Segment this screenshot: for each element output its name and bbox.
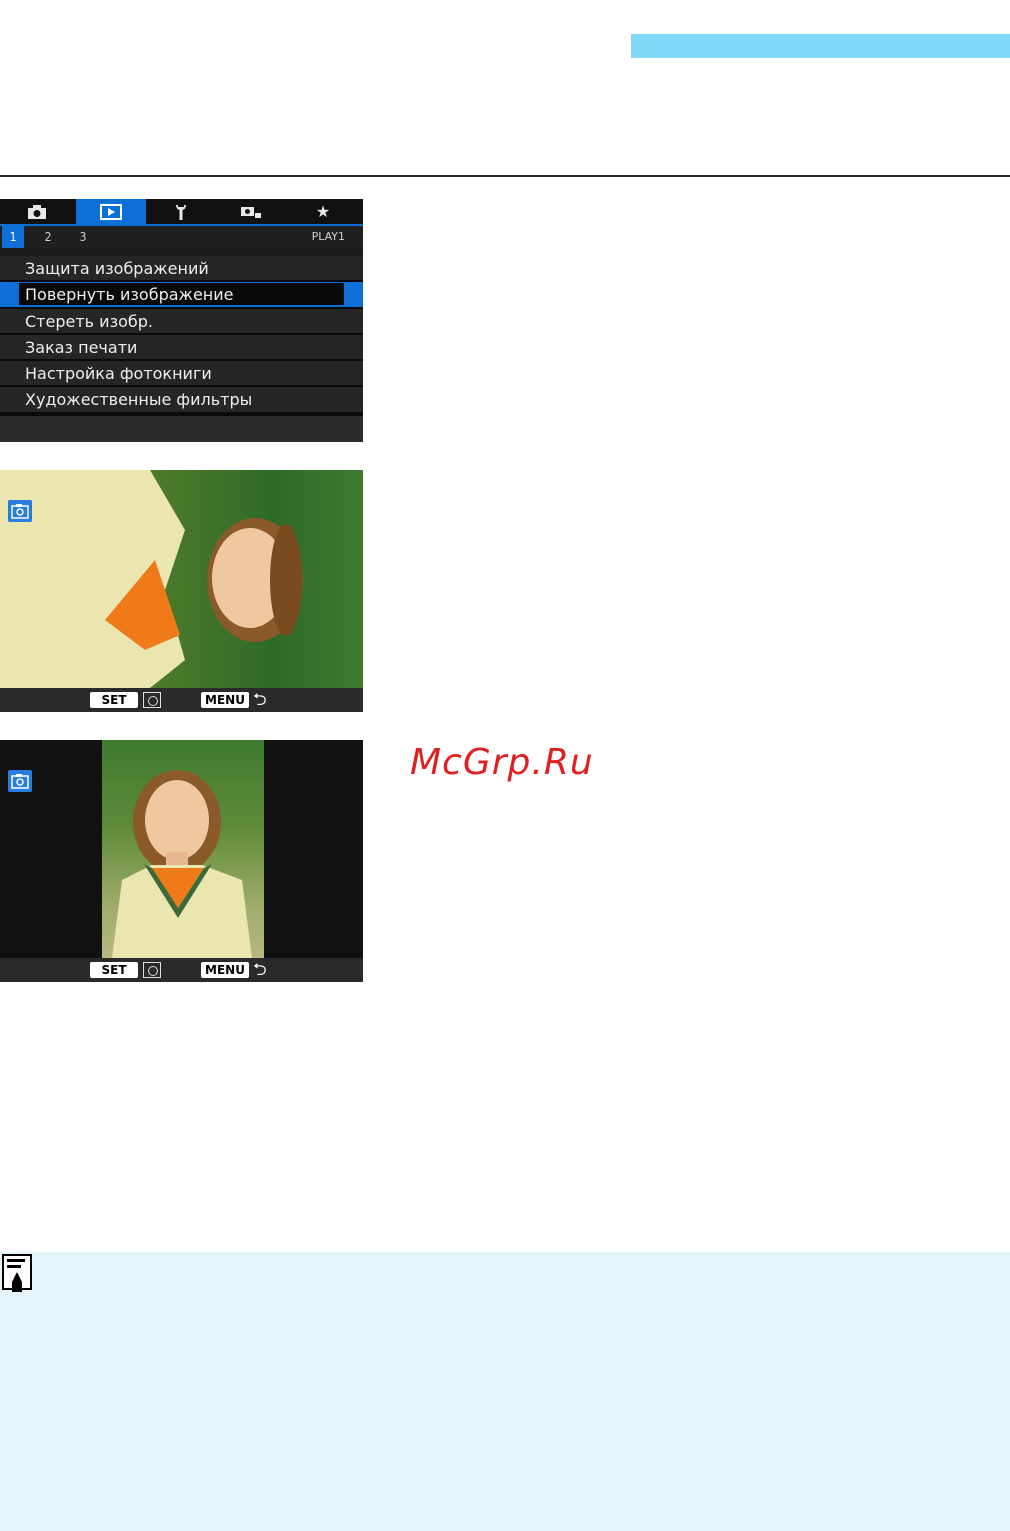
menu-button[interactable]: MENU bbox=[201, 692, 249, 708]
camera-icon bbox=[28, 204, 46, 219]
portrait-photo-rotated bbox=[0, 470, 303, 688]
menu-bottom-strip bbox=[0, 414, 363, 442]
set-button[interactable]: SET bbox=[90, 962, 138, 978]
rotate-icon bbox=[8, 770, 32, 792]
tab-setup[interactable] bbox=[148, 199, 214, 224]
menu-item-protect-images[interactable]: Защита изображений bbox=[0, 256, 363, 283]
tab-my-menu[interactable]: ★ bbox=[290, 199, 356, 224]
section-divider bbox=[0, 175, 1010, 177]
wrench-icon bbox=[176, 204, 186, 220]
subtab-2[interactable]: 2 bbox=[37, 226, 59, 248]
star-icon: ★ bbox=[315, 202, 331, 221]
return-arrow-icon: ⮌ bbox=[253, 690, 267, 710]
tab-playback[interactable] bbox=[76, 199, 146, 224]
return-arrow-icon: ⮌ bbox=[253, 960, 267, 980]
menu-item-print-order[interactable]: Заказ печати bbox=[0, 334, 363, 362]
header-accent-bar bbox=[631, 34, 1010, 58]
menu-item-label: Защита изображений bbox=[25, 259, 209, 278]
note-pencil-icon bbox=[2, 1254, 32, 1292]
set-button[interactable]: SET bbox=[90, 692, 138, 708]
menu-item-rotate-image[interactable]: Повернуть изображение bbox=[0, 282, 363, 309]
note-box bbox=[0, 1252, 1010, 1531]
camera-menu-screen: ★ 1 2 3 PLAY1 Защита изображений Поверну… bbox=[0, 199, 363, 442]
menu-item-list: Защита изображений Повернуть изображение… bbox=[0, 256, 363, 414]
menu-item-label: Настройка фотокниги bbox=[25, 364, 212, 384]
menu-item-creative-filters[interactable]: Художественные фильтры bbox=[0, 387, 363, 414]
tab-custom-functions[interactable] bbox=[218, 199, 284, 224]
menu-tabs: ★ bbox=[0, 199, 363, 225]
watermark: McGrp.Ru bbox=[410, 742, 594, 783]
menu-subtabs: 1 2 3 PLAY1 bbox=[0, 226, 363, 248]
menu-button[interactable]: MENU bbox=[201, 962, 249, 978]
playback-icon bbox=[100, 203, 122, 220]
menu-item-label: Повернуть изображение bbox=[25, 285, 234, 305]
subtab-1[interactable]: 1 bbox=[2, 226, 24, 248]
menu-item-label: Художественные фильтры bbox=[25, 390, 253, 410]
subtab-3[interactable]: 3 bbox=[72, 226, 94, 248]
rotate-camera-icon bbox=[143, 692, 161, 708]
portrait-photo-upright bbox=[102, 740, 264, 958]
menu-item-erase-images[interactable]: Стереть изобр. bbox=[0, 308, 363, 335]
rotate-preview-screen-before: SET MENU ⮌ bbox=[0, 470, 363, 712]
rotate-preview-screen-after: SET MENU ⮌ bbox=[0, 740, 363, 982]
screen-guide-bar: SET MENU ⮌ bbox=[0, 958, 363, 982]
menu-item-photobook-setup[interactable]: Настройка фотокниги bbox=[0, 361, 363, 388]
rotate-icon bbox=[8, 500, 32, 522]
menu-page-label: PLAY1 bbox=[311, 230, 345, 243]
tab-shooting[interactable] bbox=[4, 199, 70, 224]
screen-guide-bar: SET MENU ⮌ bbox=[0, 688, 363, 712]
menu-item-label: Заказ печати bbox=[25, 337, 138, 357]
custom-functions-icon bbox=[241, 206, 261, 218]
menu-item-label: Стереть изобр. bbox=[25, 311, 153, 331]
rotate-camera-icon bbox=[143, 962, 161, 978]
